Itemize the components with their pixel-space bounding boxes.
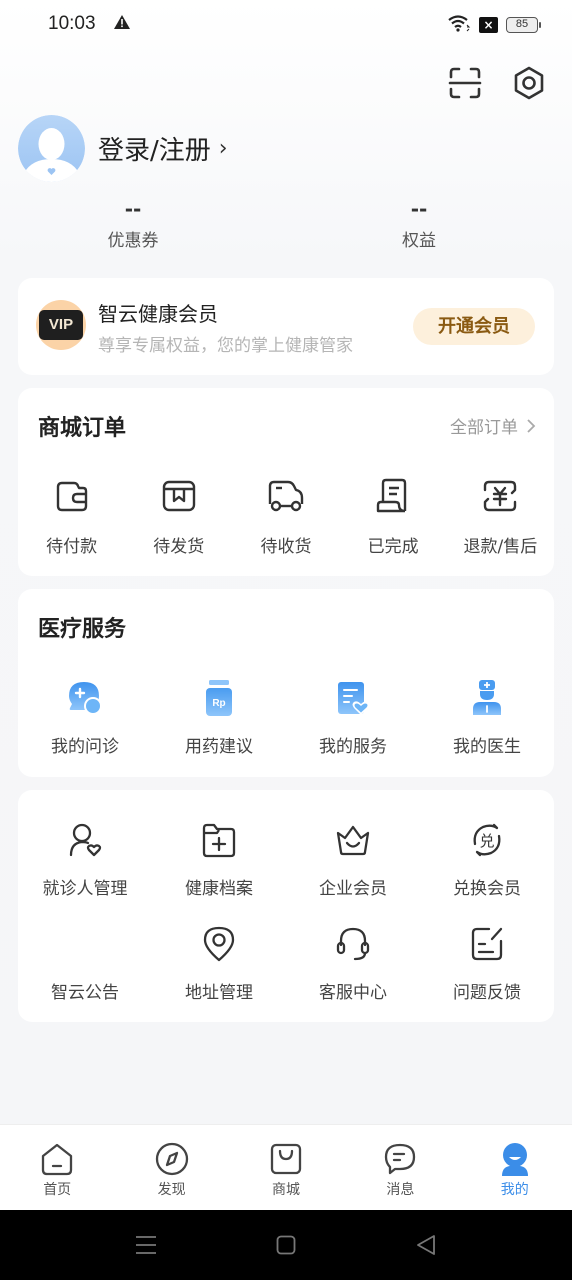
tools-card: 就诊人管理 健康档案 企业会员 兑 兑换会员 智云公告 地址管理 客服中心 问题… xyxy=(18,790,554,1022)
avatar[interactable] xyxy=(18,115,85,182)
back-triangle-icon xyxy=(417,1235,435,1255)
address-management[interactable]: 地址管理 xyxy=(152,924,286,1003)
no-sim-icon: × xyxy=(479,17,498,33)
vip-membership-card[interactable]: VIP 智云健康会员 尊享专属权益，您的掌上健康管家 开通会员 xyxy=(18,278,554,375)
system-nav-bar xyxy=(0,1210,572,1280)
patient-heart-icon xyxy=(69,823,102,857)
wallet-icon xyxy=(56,481,87,512)
doctor-icon xyxy=(473,680,501,715)
back-button[interactable] xyxy=(411,1230,441,1260)
compass-icon xyxy=(155,1142,188,1176)
redeem-membership[interactable]: 兑 兑换会员 xyxy=(420,820,554,899)
order-pending-shipment[interactable]: 待发货 xyxy=(125,476,232,557)
refund-yen-icon xyxy=(484,480,517,512)
tab-messages[interactable]: 消息 xyxy=(343,1125,457,1210)
patient-management[interactable]: 就诊人管理 xyxy=(18,820,152,899)
stat-benefits[interactable]: -- 权益 xyxy=(286,196,572,251)
customer-service[interactable]: 客服中心 xyxy=(286,924,420,1003)
health-records[interactable]: 健康档案 xyxy=(152,820,286,899)
receipt-icon xyxy=(376,478,407,513)
vip-title: 智云健康会员 xyxy=(98,302,218,326)
scan-button[interactable] xyxy=(446,64,484,102)
wifi-icon xyxy=(447,14,471,36)
announcement-icon-placeholder xyxy=(18,924,152,964)
chevron-right-icon xyxy=(527,418,536,433)
orders-title: 商城订单 xyxy=(38,416,127,441)
shopping-bag-icon xyxy=(270,1143,302,1175)
square-home-icon xyxy=(276,1235,296,1255)
feedback[interactable]: 问题反馈 xyxy=(420,924,554,1003)
mall-orders-card: 商城订单 全部订单 待付款 待发货 待收货 已完成 退款/售后 xyxy=(18,388,554,576)
open-membership-button[interactable]: 开通会员 xyxy=(413,308,535,345)
medical-title: 医疗服务 xyxy=(38,617,127,642)
stats-row: -- 优惠券 -- 权益 xyxy=(0,196,572,251)
exchange-icon: 兑 xyxy=(473,823,501,857)
coupons-value: -- xyxy=(124,197,142,221)
svg-text:兑: 兑 xyxy=(479,832,494,850)
medication-advice[interactable]: Rp 用药建议 xyxy=(152,678,286,757)
location-pin-icon xyxy=(203,926,235,962)
consultation-chat-icon xyxy=(69,682,102,715)
scan-icon xyxy=(448,67,482,99)
benefits-label: 权益 xyxy=(402,231,436,251)
medical-services-card: 医疗服务 我的问诊 Rp 用药建议 我的服务 我的医生 xyxy=(18,589,554,777)
message-icon xyxy=(385,1143,416,1175)
settings-hexagon-icon xyxy=(514,66,544,100)
tab-mine[interactable]: 我的 xyxy=(458,1125,572,1210)
my-services[interactable]: 我的服务 xyxy=(286,678,420,757)
chevron-right-icon: › xyxy=(218,136,228,161)
enterprise-membership[interactable]: 企业会员 xyxy=(286,820,420,899)
warning-icon xyxy=(113,14,131,34)
order-pending-payment[interactable]: 待付款 xyxy=(18,476,125,557)
zhiyun-announcements[interactable]: 智云公告 xyxy=(18,924,152,1003)
all-orders-link[interactable]: 全部订单 xyxy=(450,413,536,438)
menu-icon xyxy=(136,1236,156,1254)
home-icon xyxy=(42,1143,73,1176)
stat-coupons[interactable]: -- 优惠券 xyxy=(0,196,286,251)
login-register-link[interactable]: 登录/注册 › xyxy=(98,130,228,167)
my-consultations[interactable]: 我的问诊 xyxy=(18,678,152,757)
crown-icon xyxy=(336,825,370,856)
benefits-value: -- xyxy=(410,197,428,221)
service-document-icon xyxy=(338,682,370,715)
package-icon xyxy=(162,480,195,512)
login-label: 登录/注册 xyxy=(98,136,211,166)
tab-home[interactable]: 首页 xyxy=(0,1125,114,1210)
vip-badge-icon: VIP xyxy=(36,300,86,350)
truck-icon xyxy=(268,480,304,512)
headset-icon xyxy=(336,927,370,961)
svg-text:Rp: Rp xyxy=(212,698,225,709)
order-pending-receipt[interactable]: 待收货 xyxy=(232,476,339,557)
vip-subtitle: 尊享专属权益，您的掌上健康管家 xyxy=(98,336,353,356)
status-time: 10:03 xyxy=(48,13,96,34)
battery-indicator: 85 xyxy=(506,17,541,33)
feedback-edit-icon xyxy=(471,927,503,961)
profile-header: 登录/注册 › xyxy=(18,115,228,182)
recent-apps-button[interactable] xyxy=(131,1230,161,1260)
status-bar: 10:03 × 85 xyxy=(0,0,572,50)
tab-discover[interactable]: 发现 xyxy=(114,1125,228,1210)
rx-bottle-icon: Rp xyxy=(206,680,232,716)
bottom-tab-bar: 首页 发现 商城 消息 我的 xyxy=(0,1124,572,1210)
order-refund-aftersale[interactable]: 退款/售后 xyxy=(447,476,554,557)
order-completed[interactable]: 已完成 xyxy=(340,476,447,557)
profile-icon xyxy=(501,1143,528,1176)
tab-mall[interactable]: 商城 xyxy=(229,1125,343,1210)
home-button[interactable] xyxy=(271,1230,301,1260)
coupons-label: 优惠券 xyxy=(107,231,159,251)
my-doctor[interactable]: 我的医生 xyxy=(420,678,554,757)
settings-button[interactable] xyxy=(510,64,548,102)
health-folder-icon xyxy=(202,823,236,858)
